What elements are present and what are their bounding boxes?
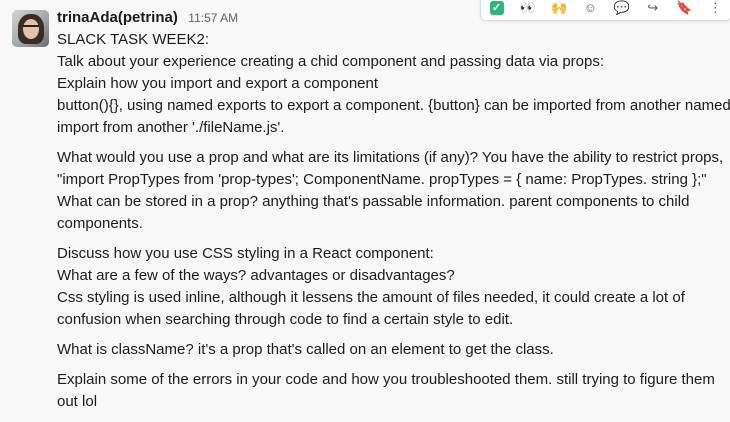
message-line: components. [57, 215, 143, 232]
avatar[interactable] [12, 10, 49, 47]
message-body: SLACK TASK WEEK2: Talk about your experie… [57, 29, 730, 421]
message-paragraph: Explain some of the errors in your code … [57, 369, 725, 413]
message-paragraph: Discuss how you use CSS styling in a Rea… [57, 243, 725, 331]
message-line: What would you use a prop and what are i… [57, 149, 724, 166]
message-header: trinaAda(petrina) 11:57 AM [57, 9, 238, 27]
share-icon[interactable]: ↪ [642, 0, 664, 18]
message-paragraph: SLACK TASK WEEK2: Talk about your experie… [57, 29, 730, 139]
message-paragraph: What is className? it's a prop that's ca… [57, 339, 725, 361]
message-line: What is className? it's a prop that's ca… [57, 341, 554, 358]
message-line: Explain how you import and export a comp… [57, 75, 379, 92]
message-line: "import PropTypes from 'prop-types'; Com… [57, 171, 707, 188]
timestamp[interactable]: 11:57 AM [188, 11, 238, 25]
bookmark-icon[interactable]: 🔖 [673, 0, 695, 18]
message-line: SLACK TASK WEEK2: [57, 31, 209, 48]
message-line: What are a few of the ways? advantages o… [57, 267, 455, 284]
eyes-emoji-icon[interactable]: 👀 [517, 0, 539, 18]
message-line: button(){}, using named exports to expor… [57, 97, 730, 114]
message-line: out lol [57, 393, 98, 410]
author-name[interactable]: trinaAda(petrina) [57, 9, 178, 26]
check-emoji-icon[interactable]: ✓ [486, 0, 508, 18]
message-line: What can be stored in a prop? anything t… [57, 193, 690, 210]
reply-thread-icon[interactable]: 💬 [611, 0, 633, 18]
message-line: Discuss how you use CSS styling in a Rea… [57, 245, 434, 262]
message-line: Talk about your experience creating a ch… [57, 53, 605, 70]
message: trinaAda(petrina) 11:57 AM SLACK TASK WE… [0, 0, 730, 422]
message-actions-toolbar: ✓ 👀 🙌 ☺ 💬 ↪ 🔖 ⋮ [480, 0, 730, 21]
message-paragraph: What would you use a prop and what are i… [57, 147, 725, 235]
raised-hands-emoji-icon[interactable]: 🙌 [548, 0, 570, 18]
more-icon[interactable]: ⋮ [704, 0, 726, 18]
add-reaction-icon[interactable]: ☺ [579, 0, 601, 18]
message-line: confusion when searching through code to… [57, 311, 514, 328]
message-line: import from another './fileName.js'. [57, 119, 285, 136]
message-line: Css styling is used inline, although it … [57, 289, 685, 306]
message-line: Explain some of the errors in your code … [57, 371, 715, 388]
